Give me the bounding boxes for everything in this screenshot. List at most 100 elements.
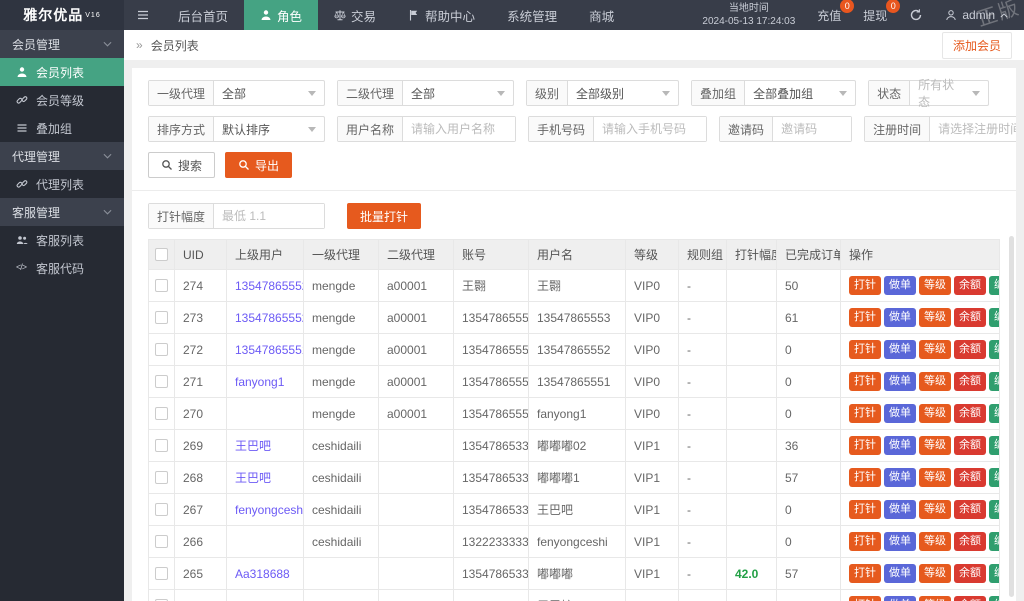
action-balance-button[interactable]: 余额 (954, 436, 986, 455)
parent-user-link[interactable]: 王巴吧 (235, 471, 271, 485)
tab-mall[interactable]: 商城 (573, 0, 630, 30)
action-level-button[interactable]: 等级 (919, 436, 951, 455)
parent-user-link[interactable]: 13547865552 (235, 279, 303, 293)
parent-user-link[interactable]: 王巴吧 (235, 439, 271, 453)
action-inject-button[interactable]: 打针 (849, 436, 881, 455)
action-edit-button[interactable]: 编辑 (989, 500, 999, 519)
action-level-button[interactable]: 等级 (919, 340, 951, 359)
sidebar-item-support-list[interactable]: 客服列表 (0, 226, 124, 254)
action-order-button[interactable]: 做单 (884, 596, 916, 601)
action-level-button[interactable]: 等级 (919, 404, 951, 423)
action-level-button[interactable]: 等级 (919, 500, 951, 519)
sidebar-group-support-management[interactable]: 客服管理 (0, 198, 124, 226)
agent1-select[interactable]: 全部 (214, 81, 324, 105)
refresh-icon[interactable] (909, 8, 923, 22)
row-checkbox[interactable] (155, 407, 168, 420)
action-edit-button[interactable]: 编辑 (989, 596, 999, 601)
status-select[interactable]: 所有状态 (910, 78, 988, 109)
agent2-select[interactable]: 全部 (403, 81, 513, 105)
action-order-button[interactable]: 做单 (884, 404, 916, 423)
tab-system[interactable]: 系统管理 (491, 0, 573, 30)
action-inject-button[interactable]: 打针 (849, 340, 881, 359)
parent-user-link[interactable]: fanyong1 (235, 375, 284, 389)
amplitude-input[interactable] (214, 204, 325, 228)
sort-select[interactable]: 默认排序 (214, 117, 324, 141)
level-select[interactable]: 全部级别 (568, 81, 678, 105)
search-button[interactable]: 搜索 (148, 152, 216, 178)
sidebar-item-member-level[interactable]: 会员等级 (0, 86, 124, 114)
parent-user-link[interactable]: 13547865551 (235, 343, 303, 357)
action-inject-button[interactable]: 打针 (849, 564, 881, 583)
sidebar-item-member-list[interactable]: 会员列表 (0, 58, 124, 86)
action-inject-button[interactable]: 打针 (849, 532, 881, 551)
row-checkbox[interactable] (155, 471, 168, 484)
sidebar-item-stack-group[interactable]: 叠加组 (0, 114, 124, 142)
batch-inject-button[interactable]: 批量打针 (347, 203, 422, 229)
action-balance-button[interactable]: 余额 (954, 468, 986, 487)
action-inject-button[interactable]: 打针 (849, 468, 881, 487)
user-menu[interactable]: admin (945, 8, 1008, 22)
action-edit-button[interactable]: 编辑 (989, 308, 999, 327)
action-inject-button[interactable]: 打针 (849, 596, 881, 601)
withdraw-button[interactable]: 提现 0 (863, 0, 901, 24)
action-balance-button[interactable]: 余额 (954, 404, 986, 423)
action-inject-button[interactable]: 打针 (849, 372, 881, 391)
action-order-button[interactable]: 做单 (884, 532, 916, 551)
action-balance-button[interactable]: 余额 (954, 276, 986, 295)
action-order-button[interactable]: 做单 (884, 468, 916, 487)
parent-user-link[interactable]: Aa318688 (235, 567, 290, 581)
row-checkbox[interactable] (155, 375, 168, 388)
action-level-button[interactable]: 等级 (919, 276, 951, 295)
tab-help-center[interactable]: 帮助中心 (392, 0, 491, 30)
recharge-button[interactable]: 充值 0 (817, 0, 855, 24)
action-inject-button[interactable]: 打针 (849, 308, 881, 327)
action-edit-button[interactable]: 编辑 (989, 436, 999, 455)
tab-trade[interactable]: 交易 (318, 0, 392, 30)
tab-dashboard[interactable]: 后台首页 (162, 0, 244, 30)
action-inject-button[interactable]: 打针 (849, 404, 881, 423)
scrollbar[interactable] (1009, 236, 1014, 597)
phone-input[interactable] (594, 117, 707, 141)
action-level-button[interactable]: 等级 (919, 468, 951, 487)
hamburger-icon[interactable] (124, 0, 162, 30)
action-level-button[interactable]: 等级 (919, 564, 951, 583)
action-level-button[interactable]: 等级 (919, 532, 951, 551)
stack-group-select[interactable]: 全部叠加组 (745, 81, 855, 105)
sidebar-group-agent-management[interactable]: 代理管理 (0, 142, 124, 170)
row-checkbox[interactable] (155, 279, 168, 292)
add-member-button[interactable]: 添加会员 (941, 31, 1012, 59)
row-checkbox[interactable] (155, 567, 168, 580)
username-input[interactable] (403, 117, 516, 141)
action-balance-button[interactable]: 余额 (954, 532, 986, 551)
action-balance-button[interactable]: 余额 (954, 500, 986, 519)
row-checkbox[interactable] (155, 439, 168, 452)
action-balance-button[interactable]: 余额 (954, 372, 986, 391)
action-balance-button[interactable]: 余额 (954, 564, 986, 583)
sidebar-item-support-code[interactable]: </> 客服代码 (0, 254, 124, 282)
action-order-button[interactable]: 做单 (884, 340, 916, 359)
action-balance-button[interactable]: 余额 (954, 308, 986, 327)
action-order-button[interactable]: 做单 (884, 436, 916, 455)
parent-user-link[interactable]: 13547865552 (235, 311, 303, 325)
action-order-button[interactable]: 做单 (884, 500, 916, 519)
action-order-button[interactable]: 做单 (884, 276, 916, 295)
tab-roles[interactable]: 角色 (244, 0, 319, 30)
action-edit-button[interactable]: 编辑 (989, 340, 999, 359)
action-inject-button[interactable]: 打针 (849, 500, 881, 519)
parent-user-link[interactable]: fenyongceshi (235, 503, 303, 517)
row-checkbox[interactable] (155, 343, 168, 356)
action-level-button[interactable]: 等级 (919, 308, 951, 327)
action-level-button[interactable]: 等级 (919, 372, 951, 391)
sidebar-item-agent-list[interactable]: 代理列表 (0, 170, 124, 198)
row-checkbox[interactable] (155, 503, 168, 516)
action-edit-button[interactable]: 编辑 (989, 404, 999, 423)
row-checkbox[interactable] (155, 311, 168, 324)
action-order-button[interactable]: 做单 (884, 308, 916, 327)
select-all-checkbox[interactable] (155, 248, 168, 261)
action-balance-button[interactable]: 余额 (954, 340, 986, 359)
action-order-button[interactable]: 做单 (884, 372, 916, 391)
action-edit-button[interactable]: 编辑 (989, 564, 999, 583)
action-order-button[interactable]: 做单 (884, 564, 916, 583)
action-edit-button[interactable]: 编辑 (989, 468, 999, 487)
action-edit-button[interactable]: 编辑 (989, 532, 999, 551)
